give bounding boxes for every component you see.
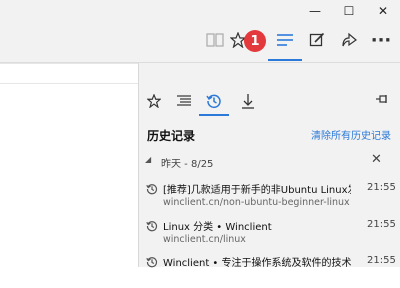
star-icon xyxy=(147,94,161,108)
tab-reading-list[interactable] xyxy=(169,89,199,113)
history-item-url: winclient.cn/non-ubuntu-beginner-linux xyxy=(163,197,350,208)
web-note-button[interactable] xyxy=(302,22,332,58)
hub-panel: 历史记录 清除所有历史记录 ◢ 昨天 - 8/25 ✕ [推荐]几款适用于新手的… xyxy=(138,63,400,269)
clear-history-link[interactable]: 清除所有历史记录 xyxy=(311,127,391,142)
history-item-time: 21:55 xyxy=(367,219,396,230)
history-item-time: 21:55 xyxy=(367,255,396,266)
close-button[interactable]: ✕ xyxy=(366,0,400,22)
tab-history[interactable] xyxy=(199,89,229,113)
history-group-label: 昨天 - 8/25 xyxy=(161,159,214,170)
minimize-button[interactable]: — xyxy=(298,0,332,22)
remove-group-button[interactable]: ✕ xyxy=(371,152,382,167)
download-icon xyxy=(242,94,254,109)
web-note-icon xyxy=(309,32,325,47)
maximize-button[interactable]: ☐ xyxy=(332,0,366,22)
history-tab-indicator xyxy=(199,114,229,116)
hub-active-indicator xyxy=(268,59,302,61)
history-icon xyxy=(206,94,221,109)
history-item[interactable]: Winclient • 专注于操作系统及软件的技术博 21:55 xyxy=(139,252,400,288)
pin-panel-icon[interactable] xyxy=(375,93,389,107)
history-icon xyxy=(145,219,159,233)
history-group-header[interactable]: ◢ 昨天 - 8/25 ✕ xyxy=(139,151,400,173)
history-item-time: 21:55 xyxy=(367,182,396,193)
step-badge-1: 1 xyxy=(244,30,266,52)
browser-toolbar: ··· xyxy=(0,22,400,63)
title-bar: — ☐ ✕ xyxy=(0,0,400,22)
share-icon xyxy=(342,32,357,47)
pin-icon xyxy=(376,95,387,103)
history-item[interactable]: Linux 分类 • Winclient winclient.cn/linux … xyxy=(139,216,400,252)
page-divider xyxy=(0,83,138,84)
history-item-title: [推荐]几款适用于新手的非Ubuntu Linux发 xyxy=(163,185,351,196)
hub-icon xyxy=(277,34,293,46)
page-content xyxy=(0,63,138,268)
reading-list-icon xyxy=(177,95,191,106)
tab-favorites[interactable] xyxy=(139,89,169,113)
hub-button[interactable] xyxy=(270,22,300,58)
share-button[interactable] xyxy=(334,22,364,58)
history-item-url: winclient.cn/linux xyxy=(163,234,246,245)
history-icon xyxy=(145,182,159,196)
reading-view-icon-glyph xyxy=(206,33,224,47)
history-item-title: Linux 分类 • Winclient xyxy=(163,222,272,233)
panel-title: 历史记录 xyxy=(147,129,196,143)
history-item[interactable]: [推荐]几款适用于新手的非Ubuntu Linux发 winclient.cn/… xyxy=(139,179,400,215)
tab-downloads[interactable] xyxy=(233,89,263,113)
collapse-caret-icon[interactable]: ◢ xyxy=(145,155,151,164)
more-button[interactable]: ··· xyxy=(366,22,396,58)
